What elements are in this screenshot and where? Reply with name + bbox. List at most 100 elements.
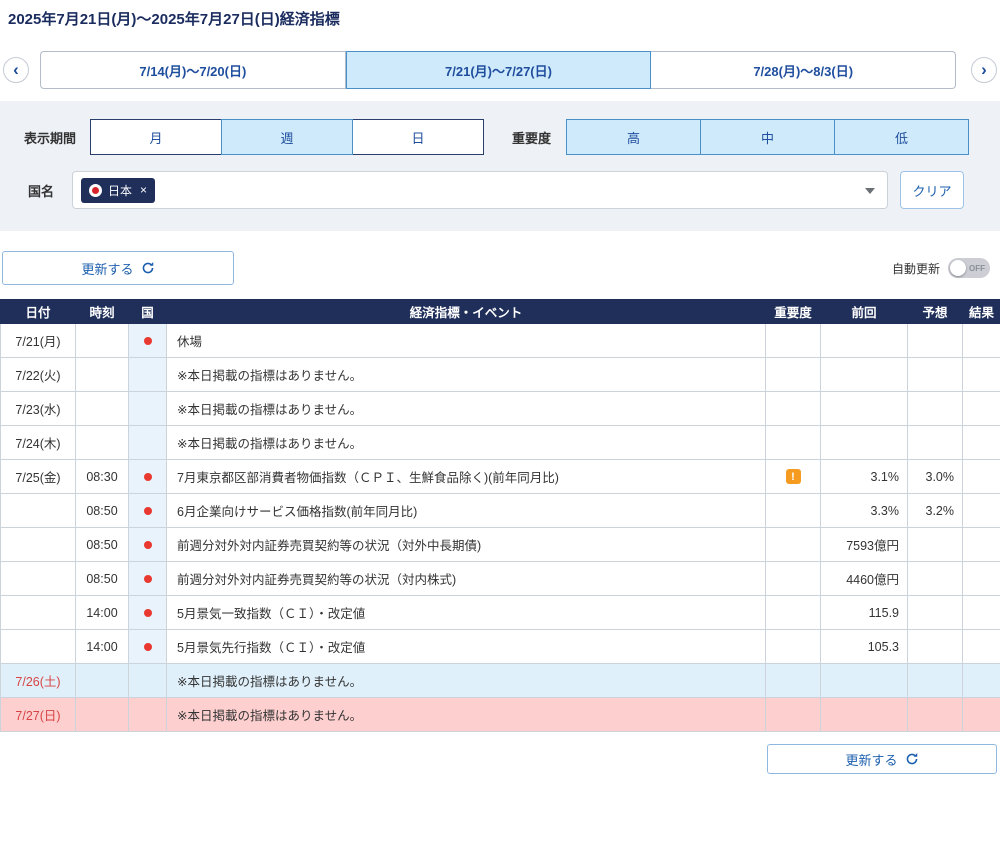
country-select[interactable]: 日本 × <box>72 171 888 209</box>
table-row: 08:506月企業向けサービス価格指数(前年同月比)3.3%3.2% <box>1 494 1000 528</box>
table-row: 7/21(月)休場 <box>1 324 1000 358</box>
result-cell <box>963 664 1000 698</box>
japan-flag-dot <box>144 643 152 651</box>
importance-cell <box>766 664 821 698</box>
refresh-button-bottom[interactable]: 更新する <box>767 744 997 774</box>
table-row: 08:50前週分対外対内証券売買契約等の状況（対外中長期債)7593億円 <box>1 528 1000 562</box>
event-cell: ※本日掲載の指標はありません。 <box>167 698 766 732</box>
indicator-table-header-row: 日付時刻国経済指標・イベント重要度前回予想結果 <box>1 300 1000 324</box>
previous-cell: 105.3 <box>821 630 908 664</box>
column-header: 国 <box>129 300 167 324</box>
refresh-button-label: 更新する <box>81 259 133 278</box>
event-cell: 休場 <box>167 324 766 358</box>
table-row: 7/22(火) ※本日掲載の指標はありません。 <box>1 358 1000 392</box>
importance-cell <box>766 528 821 562</box>
importance-option-mid[interactable]: 中 <box>700 119 835 155</box>
importance-cell: ! <box>766 460 821 494</box>
time-cell: 08:50 <box>76 562 129 596</box>
country-cell <box>129 562 167 596</box>
importance-option-low[interactable]: 低 <box>834 119 969 155</box>
period-option-week[interactable]: 週 <box>221 119 353 155</box>
remove-country-icon[interactable]: × <box>140 184 147 196</box>
forecast-cell <box>908 630 963 664</box>
period-option-day[interactable]: 日 <box>352 119 484 155</box>
country-cell <box>129 460 167 494</box>
date-cell <box>1 630 76 664</box>
importance-filter-label: 重要度 <box>512 128 566 147</box>
table-row: 7/24(木) ※本日掲載の指標はありません。 <box>1 426 1000 460</box>
forecast-cell <box>908 664 963 698</box>
importance-cell <box>766 698 821 732</box>
previous-cell <box>821 392 908 426</box>
time-cell: 08:50 <box>76 528 129 562</box>
clear-button[interactable]: クリア <box>900 171 964 209</box>
date-cell <box>1 494 76 528</box>
week-navigation: ‹ 7/14(月)～7/20(日)7/21(月)～7/27(日)7/28(月)～… <box>0 51 1000 89</box>
date-cell: 7/23(水) <box>1 392 76 426</box>
previous-cell <box>821 358 908 392</box>
date-cell: 7/25(金) <box>1 460 76 494</box>
previous-cell: 3.1% <box>821 460 908 494</box>
time-cell <box>76 358 129 392</box>
filter-panel: 表示期間 月週日 重要度 高中低 国名 日本 × クリア <box>0 101 1000 231</box>
date-cell <box>1 562 76 596</box>
date-cell: 7/22(火) <box>1 358 76 392</box>
period-filter-label: 表示期間 <box>24 128 90 147</box>
auto-refresh-toggle[interactable]: OFF <box>948 258 990 278</box>
time-cell <box>76 698 129 732</box>
date-cell <box>1 528 76 562</box>
week-tab-prev-week[interactable]: 7/14(月)～7/20(日) <box>40 51 346 89</box>
country-cell <box>129 528 167 562</box>
forecast-cell <box>908 392 963 426</box>
table-row: 7/27(日) ※本日掲載の指標はありません。 <box>1 698 1000 732</box>
refresh-button-top[interactable]: 更新する <box>2 251 234 285</box>
importance-cell <box>766 596 821 630</box>
page-title: 2025年7月21日(月)～2025年7月27日(日)経済指標 <box>8 8 1000 29</box>
event-cell: ※本日掲載の指標はありません。 <box>167 392 766 426</box>
column-header: 前回 <box>821 300 908 324</box>
importance-option-high[interactable]: 高 <box>566 119 701 155</box>
country-tag-japan: 日本 × <box>81 178 155 203</box>
event-cell: ※本日掲載の指標はありません。 <box>167 358 766 392</box>
column-header: 結果 <box>963 300 1000 324</box>
table-row: 7/23(水) ※本日掲載の指標はありません。 <box>1 392 1000 426</box>
importance-cell <box>766 358 821 392</box>
previous-cell <box>821 324 908 358</box>
result-cell <box>963 630 1000 664</box>
next-week-button[interactable]: › <box>971 57 997 83</box>
result-cell <box>963 698 1000 732</box>
previous-cell <box>821 664 908 698</box>
footer-bar: 更新する <box>0 744 1000 774</box>
forecast-cell <box>908 426 963 460</box>
japan-flag-dot <box>144 541 152 549</box>
country-cell <box>129 358 167 392</box>
event-cell: 前週分対外対内証券売買契約等の状況（対外中長期債) <box>167 528 766 562</box>
result-cell <box>963 426 1000 460</box>
prev-week-button[interactable]: ‹ <box>3 57 29 83</box>
previous-cell: 3.3% <box>821 494 908 528</box>
date-cell: 7/24(木) <box>1 426 76 460</box>
date-cell <box>1 596 76 630</box>
previous-cell <box>821 426 908 460</box>
table-row: 08:50前週分対外対内証券売買契約等の状況（対内株式)4460億円 <box>1 562 1000 596</box>
week-tab-current-week[interactable]: 7/21(月)～7/27(日) <box>346 51 652 89</box>
importance-cell <box>766 324 821 358</box>
week-tab-next-week[interactable]: 7/28(月)～8/3(日) <box>651 51 956 89</box>
time-cell: 14:00 <box>76 630 129 664</box>
indicator-table: 日付時刻国経済指標・イベント重要度前回予想結果 7/21(月)休場7/22(火)… <box>0 299 1000 732</box>
chevron-down-icon <box>865 188 875 194</box>
forecast-cell <box>908 562 963 596</box>
refresh-icon <box>905 752 919 766</box>
chevron-left-icon: ‹ <box>13 60 19 79</box>
previous-cell <box>821 698 908 732</box>
time-cell <box>76 664 129 698</box>
event-cell: ※本日掲載の指標はありません。 <box>167 426 766 460</box>
forecast-cell: 3.2% <box>908 494 963 528</box>
table-row: 14:005月景気先行指数（ＣＩ）・改定値105.3 <box>1 630 1000 664</box>
result-cell <box>963 596 1000 630</box>
country-cell <box>129 494 167 528</box>
japan-flag-dot <box>144 473 152 481</box>
date-cell: 7/27(日) <box>1 698 76 732</box>
period-option-month[interactable]: 月 <box>90 119 222 155</box>
week-tabs: 7/14(月)～7/20(日)7/21(月)～7/27(日)7/28(月)～8/… <box>40 51 956 89</box>
